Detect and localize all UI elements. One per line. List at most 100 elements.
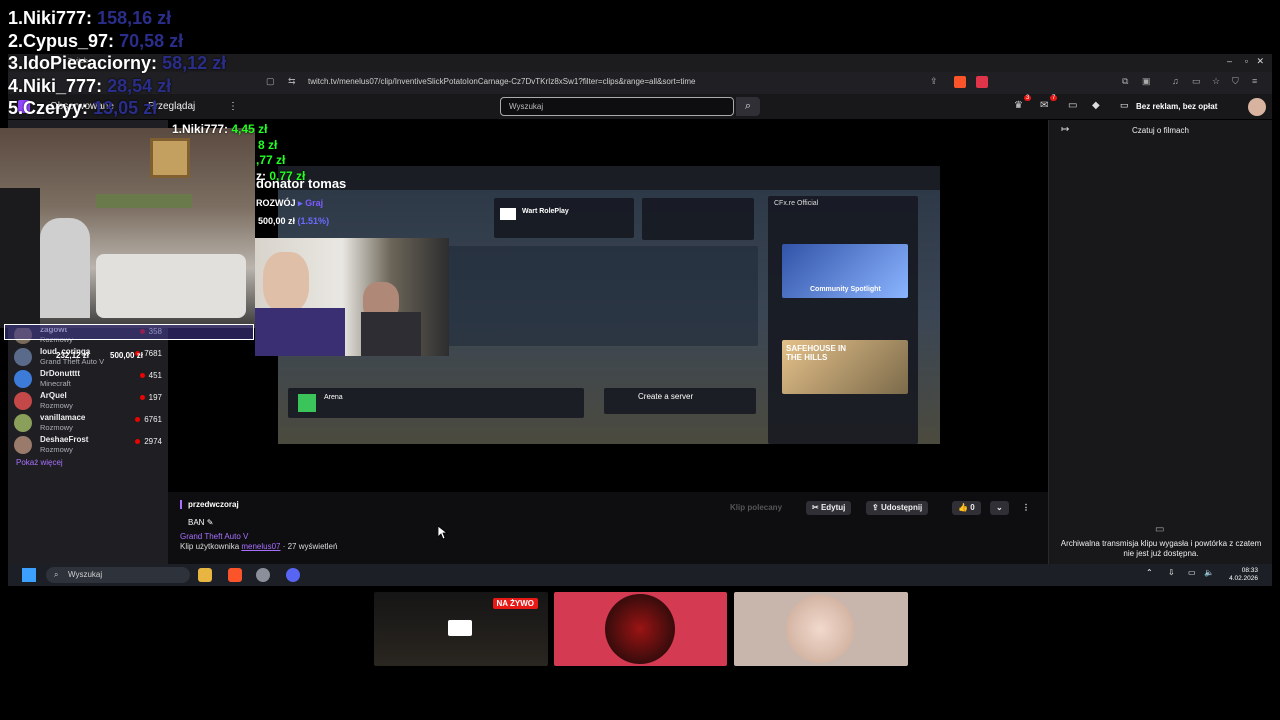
- more-icon[interactable]: ⋮: [1016, 501, 1036, 515]
- extension-icon[interactable]: ⧉: [1122, 76, 1128, 87]
- mouse-cursor-icon: [437, 525, 449, 545]
- arena-icon: [298, 394, 316, 412]
- clock[interactable]: 08:33 4.02.2026: [1229, 567, 1258, 583]
- favorites-icon[interactable]: ☆: [1212, 76, 1220, 87]
- file-explorer-icon[interactable]: [198, 568, 212, 582]
- chat-title: Czatuj o filmach: [1132, 126, 1189, 135]
- close-icon[interactable]: ✕: [1256, 56, 1264, 67]
- chevron-down-icon[interactable]: ⌄: [990, 501, 1009, 515]
- chat-unavailable-icon: ▭: [1155, 524, 1165, 535]
- steam-icon[interactable]: [256, 568, 270, 582]
- minimize-icon[interactable]: –: [1227, 56, 1232, 66]
- create-server-panel: Create a server: [604, 388, 756, 414]
- more-options-icon[interactable]: ⋮: [228, 101, 238, 112]
- clock-date: 4.02.2026: [1229, 575, 1258, 582]
- chat-panel: ↦ Czatuj o filmach ▭ Archiwalna transmis…: [1048, 120, 1272, 564]
- sidebar-item[interactable]: DrDonutttt Minecraft 451: [14, 368, 164, 390]
- donor-row: 8 zł: [172, 138, 305, 154]
- news-panel: CFx.re Official Community Spotlight SAFE…: [768, 196, 918, 444]
- sidebar-item[interactable]: ArQuel Rozmowy 197: [14, 390, 164, 412]
- like-count: 0: [970, 503, 975, 512]
- channel-category: Rozmowy: [40, 401, 73, 410]
- inbox-icon[interactable]: ✉: [1040, 100, 1048, 111]
- leaderboard-name: 2.Cypus_97:: [8, 30, 115, 51]
- site-info-icon[interactable]: ⇆: [288, 76, 296, 87]
- wallet-icon[interactable]: ▣: [1142, 76, 1151, 87]
- music-icon[interactable]: ♫: [1172, 76, 1179, 86]
- whisper-icon[interactable]: ▭: [1068, 100, 1077, 111]
- shelf-decoration: [96, 194, 192, 208]
- channel-avatar: [14, 348, 32, 366]
- vpn-icon[interactable]: ⛉: [1232, 76, 1239, 87]
- network-icon[interactable]: ⇩: [1168, 568, 1175, 577]
- leaderboard-row: 4.Niki_777: 28,54 zł: [8, 76, 226, 99]
- leaderboard-name: 5.Czeryy:: [8, 98, 89, 118]
- player-shirt: [255, 308, 345, 356]
- sidebar-icon[interactable]: ▭: [1192, 76, 1201, 87]
- spotlight-image: Community Spotlight: [782, 244, 908, 298]
- brave-shield-icon[interactable]: [954, 76, 966, 88]
- safehouse-image: SAFEHOUSE IN THE HILLS: [782, 340, 908, 394]
- bookmark-icon[interactable]: ▢: [266, 76, 275, 87]
- taskbar-search-icon: ⌕: [54, 570, 59, 579]
- participant-tile-photo[interactable]: [734, 592, 908, 666]
- taskbar-search[interactable]: Wyszukaj: [46, 567, 190, 583]
- clip-title-text: BAN: [188, 518, 205, 527]
- leaderboard-amount: 28,54 zł: [107, 75, 172, 96]
- server-name: Wart RolePlay: [522, 208, 569, 215]
- sidebar-item[interactable]: DeshaeFrost Rozmowy 2974: [14, 434, 164, 456]
- share-icon[interactable]: ⇪: [930, 76, 938, 87]
- author-prefix: Klip użytkownika: [180, 542, 242, 551]
- server-panel: Wart RolePlay: [494, 198, 634, 238]
- game-link[interactable]: Grand Theft Auto V: [180, 532, 248, 541]
- sidebar-item[interactable]: vanillamace Rozmowy 6761: [14, 412, 164, 434]
- edit-title-icon[interactable]: ✎: [207, 518, 214, 527]
- tray-chevron-icon[interactable]: ⌃: [1146, 568, 1153, 577]
- prime-icon[interactable]: ♛: [1014, 100, 1023, 111]
- recommended-button[interactable]: Klip polecany: [724, 501, 788, 515]
- channel-category: Rozmowy: [40, 445, 73, 454]
- screen-share-tile[interactable]: NA ŻYWO: [374, 592, 548, 666]
- rewards-icon[interactable]: [976, 76, 988, 88]
- maximize-icon[interactable]: ▫: [1245, 56, 1248, 66]
- leaderboard-amount: 13,05 zł: [93, 98, 158, 118]
- share-button[interactable]: ⇪ Udostępnij: [866, 501, 929, 515]
- player-face: [263, 252, 309, 312]
- display-icon[interactable]: ▭: [1188, 568, 1196, 577]
- taskbar: Wyszukaj ⌕ ⌃ ⇩ ▭ 🔈 08:33 4.02.2026: [8, 564, 1272, 586]
- url-field[interactable]: twitch.tv/menelus07/clip/InventiveSlickP…: [308, 77, 696, 86]
- share-icon: ⇪: [872, 503, 881, 512]
- edit-button[interactable]: ✂ Edytuj: [806, 501, 852, 515]
- discord-icon[interactable]: [286, 568, 300, 582]
- avatar[interactable]: [1248, 98, 1266, 116]
- like-button[interactable]: 👍 0: [952, 501, 981, 515]
- clip-date: przedwczoraj: [180, 500, 239, 509]
- show-more-link[interactable]: Pokaż więcej: [16, 458, 63, 467]
- leaderboard-amount: 70,58 zł: [119, 30, 184, 51]
- participant-tile-avatar[interactable]: [554, 592, 727, 666]
- second-player-body: [361, 312, 421, 356]
- couch: [96, 254, 246, 318]
- leaderboard-row: 2.Cypus_97: 70,58 zł: [8, 31, 226, 54]
- windows-start-icon[interactable]: [22, 568, 36, 582]
- channel-name: DrDonutttt: [40, 369, 80, 378]
- menu-icon[interactable]: ≡: [1252, 76, 1257, 86]
- leaderboard-name: 1.Niki777:: [8, 8, 93, 28]
- donor-row: ,77 zł: [172, 153, 305, 169]
- clip-title: BAN ✎: [188, 518, 213, 527]
- search-icon[interactable]: ⌕: [736, 97, 760, 116]
- arena-label: Arena: [324, 394, 343, 401]
- ad-free-button[interactable]: Bez reklam, bez opłat: [1136, 102, 1217, 111]
- live-badge: NA ŻYWO: [492, 598, 538, 609]
- volume-icon[interactable]: 🔈: [1204, 568, 1214, 577]
- author-link[interactable]: menelus07: [241, 542, 280, 551]
- clip-info: przedwczoraj BAN ✎ Grand Theft Auto V Kl…: [168, 492, 1048, 564]
- goal-amount: 500,00 zł: [258, 216, 296, 226]
- bits-icon[interactable]: ◆: [1092, 100, 1100, 111]
- person-silhouette: [0, 188, 40, 328]
- channel-avatar: [14, 392, 32, 410]
- search-input[interactable]: Wyszukaj: [500, 97, 734, 116]
- ad-free-icon[interactable]: ▭: [1120, 100, 1129, 111]
- development-text: ROZWÓJ: [256, 198, 296, 208]
- brave-icon[interactable]: [228, 568, 242, 582]
